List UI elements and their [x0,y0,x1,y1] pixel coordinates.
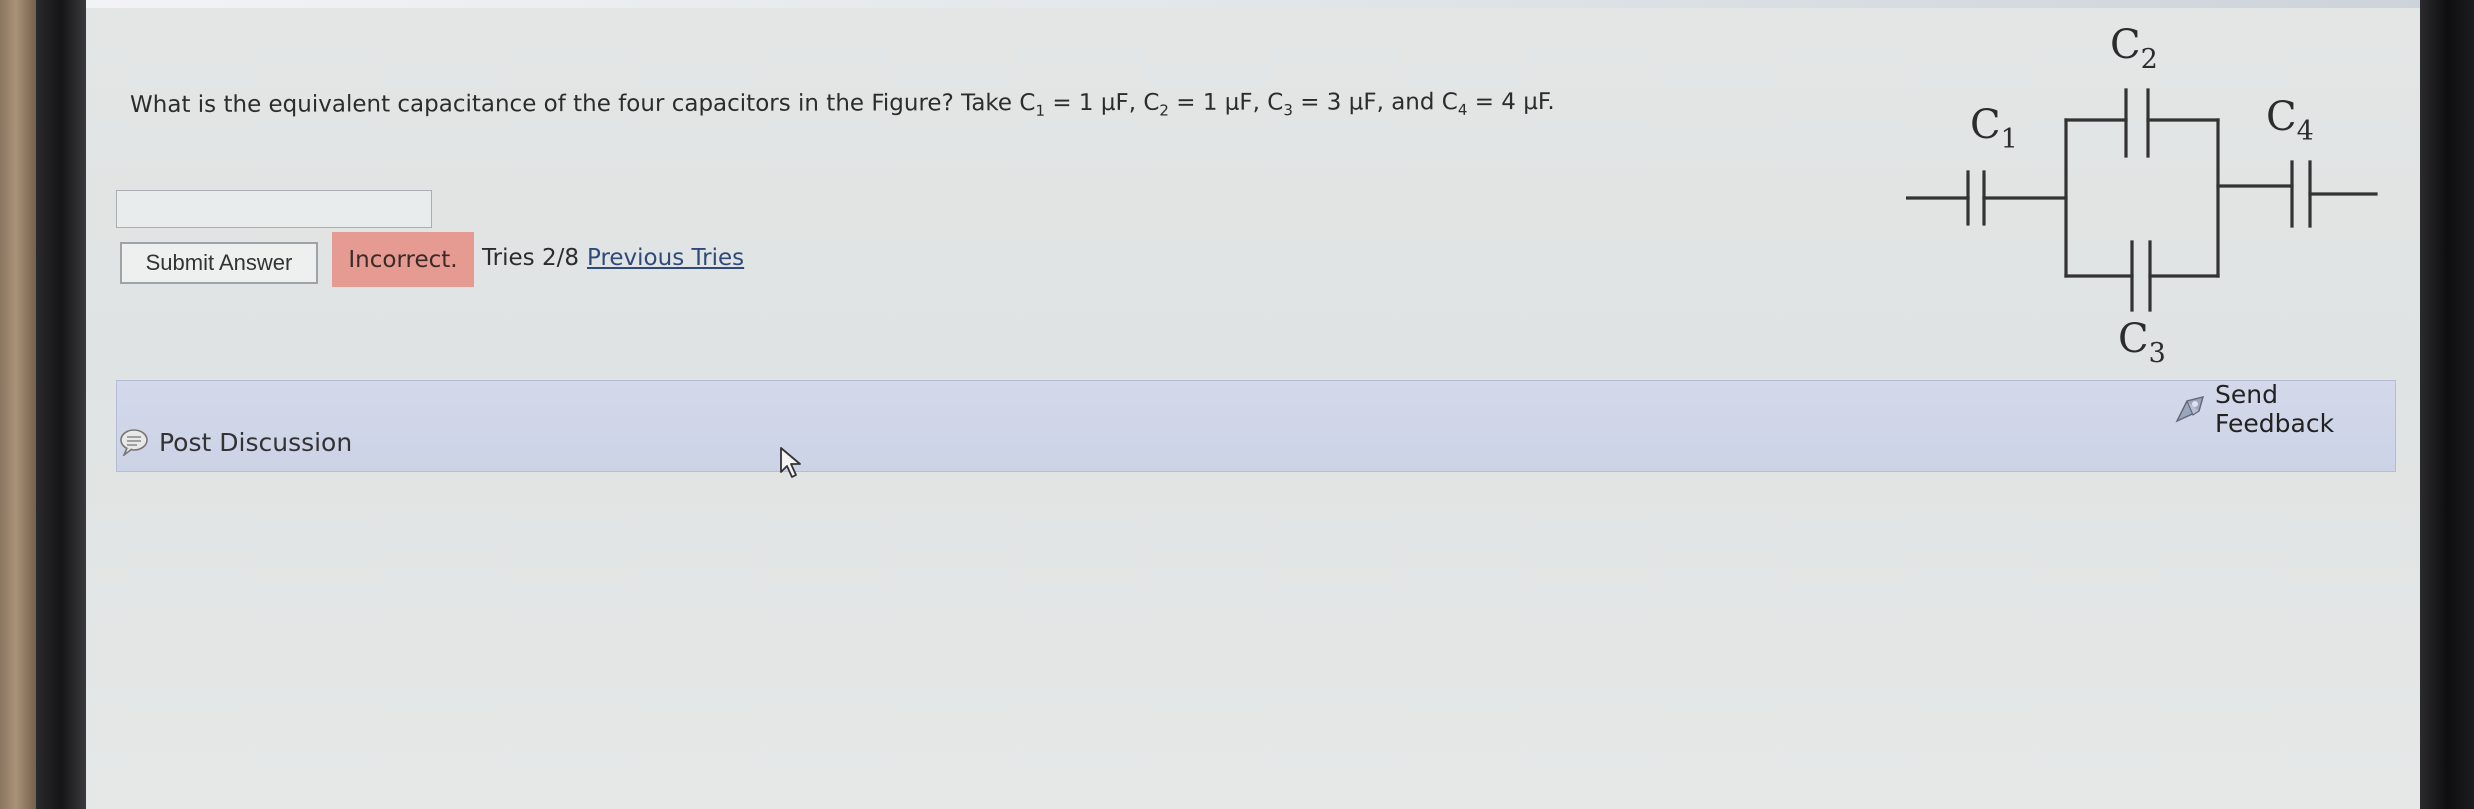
post-discussion-button[interactable]: Post Discussion [119,425,352,459]
answer-input[interactable] [116,190,432,228]
question-text: What is the equivalent capacitance of th… [130,89,1555,120]
desk-background [0,0,40,809]
capacitor-circuit-diagram: C1 C2 C3 C4 [1906,22,2378,369]
incorrect-status-badge: Incorrect. [332,232,474,287]
c4-label: C4 [2266,94,2314,147]
monitor-bezel-left [36,0,86,809]
screen: What is the equivalent capacitance of th… [86,0,2420,809]
previous-tries-link[interactable]: Previous Tries [587,245,744,271]
post-discussion-label: Post Discussion [159,427,353,457]
submit-answer-button[interactable]: Submit Answer [120,242,318,284]
send-feedback-button[interactable]: Send Feedback [2173,380,2395,438]
monitor-bezel-right [2420,0,2474,809]
chat-bubble-icon [119,428,149,458]
c3-label: C3 [2118,316,2166,369]
tries-count: Tries 2/8 [482,245,579,271]
discussion-bar: Post Discussion Send Feedback [116,380,2396,472]
tries-info: Tries 2/8 Previous Tries [482,245,744,271]
c1-label: C1 [1970,102,2018,155]
feedback-icon [2173,393,2209,425]
top-strip [86,0,2420,8]
mouse-cursor-icon [780,447,801,478]
send-feedback-label: Send Feedback [2215,380,2335,438]
c2-label: C2 [2110,22,2158,75]
